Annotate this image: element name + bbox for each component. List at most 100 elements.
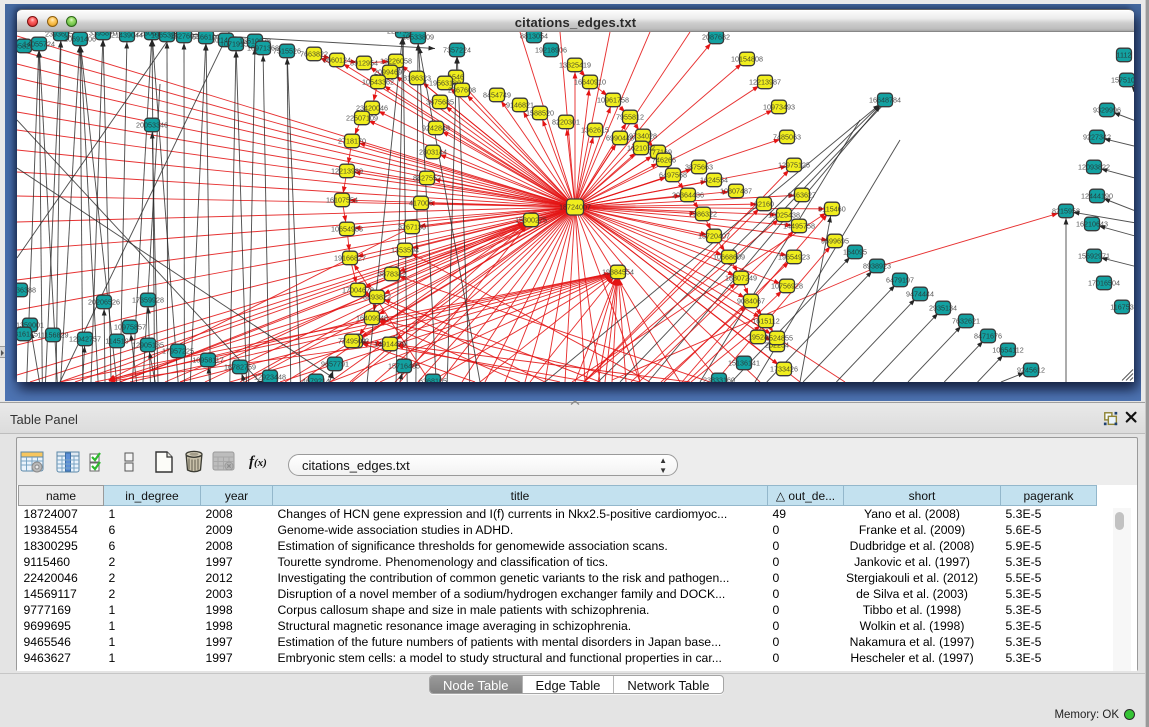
svg-text:164095: 164095 (843, 247, 867, 256)
svg-text:15300275: 15300275 (515, 215, 547, 224)
svg-text:17016504: 17016504 (1088, 278, 1120, 287)
svg-text:417006: 417006 (409, 198, 433, 207)
svg-text:16210643: 16210643 (1076, 219, 1108, 228)
svg-text:3912954: 3912954 (350, 58, 378, 67)
svg-text:2718170: 2718170 (338, 136, 366, 145)
svg-text:9657791: 9657791 (321, 359, 349, 368)
svg-text:20206526: 20206526 (88, 297, 120, 306)
svg-text:18724007: 18724007 (559, 202, 591, 211)
svg-text:19836388: 19836388 (17, 285, 36, 294)
svg-text:12942757: 12942757 (69, 334, 101, 343)
svg-text:19654923: 19654923 (778, 252, 810, 261)
svg-text:19384554: 19384554 (602, 267, 634, 276)
svg-text:1733426: 1733426 (770, 364, 798, 373)
svg-text:15720407: 15720407 (698, 231, 730, 240)
svg-text:10807487: 10807487 (720, 186, 752, 195)
svg-text:16640910: 16640910 (574, 77, 606, 86)
svg-text:23833160: 23833160 (703, 375, 735, 382)
svg-text:7632621: 7632621 (952, 316, 980, 325)
svg-text:14495758: 14495758 (783, 221, 815, 230)
svg-text:116753: 116753 (1110, 302, 1133, 311)
svg-text:8813054: 8813054 (520, 32, 548, 40)
svg-text:19524: 19524 (748, 332, 768, 341)
svg-text:10668609: 10668609 (713, 252, 745, 261)
svg-text:16409948: 16409948 (356, 313, 388, 322)
svg-text:8427552: 8427552 (413, 173, 441, 182)
svg-text:19218906: 19218906 (535, 45, 567, 54)
svg-text:16648784: 16648784 (869, 95, 901, 104)
svg-text:10154808: 10154808 (731, 54, 763, 63)
svg-text:9699695: 9699695 (821, 236, 849, 245)
svg-text:10533809: 10533809 (402, 32, 434, 41)
svg-text:11156829: 11156829 (38, 330, 69, 339)
svg-text:3875685: 3875685 (426, 97, 454, 106)
svg-text:746266: 746266 (652, 155, 676, 164)
svg-text:14055724: 14055724 (23, 39, 55, 48)
svg-text:20364436: 20364436 (672, 190, 704, 199)
svg-text:10025438: 10025438 (768, 210, 800, 219)
svg-text:10654983: 10654983 (331, 224, 363, 233)
svg-text:8938923: 8938923 (863, 261, 891, 270)
svg-text:16782759: 16782759 (224, 362, 256, 371)
svg-text:6990448: 6990448 (606, 133, 634, 142)
svg-text:8454749: 8454749 (483, 90, 511, 99)
svg-text:7955812: 7955812 (616, 112, 644, 121)
svg-text:2935134: 2935134 (929, 303, 957, 312)
svg-text:12213989: 12213989 (331, 166, 363, 175)
svg-text:17957225: 17957225 (162, 346, 194, 355)
svg-text:7749509: 7749509 (338, 336, 366, 345)
svg-text:10756928: 10756928 (771, 281, 803, 290)
svg-text:7485063: 7485063 (773, 132, 801, 141)
svg-text:9245612: 9245612 (1017, 365, 1045, 374)
svg-text:9816145: 9816145 (17, 329, 38, 338)
svg-text:8220301: 8220301 (552, 117, 580, 126)
svg-text:12093822: 12093822 (1078, 162, 1110, 171)
svg-text:6368105: 6368105 (419, 376, 447, 382)
svg-text:7357224: 7357224 (443, 45, 471, 54)
svg-text:15751074: 15751074 (1111, 75, 1134, 84)
svg-text:1621072: 1621072 (627, 143, 655, 152)
svg-text:1353594: 1353594 (391, 245, 419, 254)
svg-text:6479197: 6479197 (886, 275, 914, 284)
svg-text:1624554: 1624554 (700, 175, 728, 184)
svg-text:9084067: 9084067 (737, 296, 765, 305)
svg-text:13226058: 13226058 (380, 56, 412, 65)
svg-text:7986322: 7986322 (689, 209, 717, 218)
svg-text:7515526: 7515526 (273, 46, 301, 55)
svg-text:22507109: 22507109 (346, 113, 378, 122)
svg-text:10961758: 10961758 (597, 95, 629, 104)
svg-text:9227342: 9227342 (1083, 132, 1111, 141)
svg-text:8660124: 8660124 (323, 55, 351, 64)
svg-text:17359928: 17359928 (132, 295, 164, 304)
svg-text:14914479: 14914479 (374, 339, 406, 348)
svg-text:10543362: 10543362 (362, 77, 394, 86)
svg-text:12975125: 12975125 (778, 160, 810, 169)
svg-text:2367608: 2367608 (448, 85, 476, 94)
svg-text:20053346: 20053346 (136, 120, 168, 129)
svg-text:12905135: 12905135 (132, 340, 164, 349)
svg-text:9329996: 9329996 (1093, 105, 1121, 114)
svg-text:114519: 114519 (105, 336, 128, 345)
svg-text:1588520: 1588520 (526, 108, 554, 117)
svg-text:12213987: 12213987 (749, 77, 781, 86)
svg-text:2087682: 2087682 (702, 32, 730, 41)
svg-text:1615112: 1615112 (752, 316, 779, 325)
svg-text:1362615: 1362615 (581, 125, 609, 134)
svg-text:6497568: 6497568 (659, 170, 687, 179)
svg-text:8215958: 8215958 (1052, 206, 1080, 215)
svg-text:8186323: 8186323 (403, 73, 431, 82)
svg-text:10958117: 10958117 (192, 355, 223, 364)
svg-text:3493822: 3493822 (363, 292, 391, 301)
svg-text:9115460: 9115460 (818, 204, 845, 213)
svg-text:10975857: 10975857 (114, 322, 146, 331)
svg-text:15692971: 15692971 (1078, 251, 1110, 260)
svg-text:3875663: 3875663 (685, 162, 713, 171)
svg-text:16107554: 16107554 (326, 195, 358, 204)
svg-text:3878342: 3878342 (378, 269, 406, 278)
svg-text:19166827: 19166827 (334, 253, 366, 262)
svg-text:9463627: 9463627 (788, 190, 816, 199)
svg-text:13325419: 13325419 (559, 60, 591, 69)
svg-text:9242848: 9242848 (422, 123, 450, 132)
svg-text:15136141: 15136141 (728, 358, 760, 367)
svg-text:18807249: 18807249 (725, 273, 757, 282)
